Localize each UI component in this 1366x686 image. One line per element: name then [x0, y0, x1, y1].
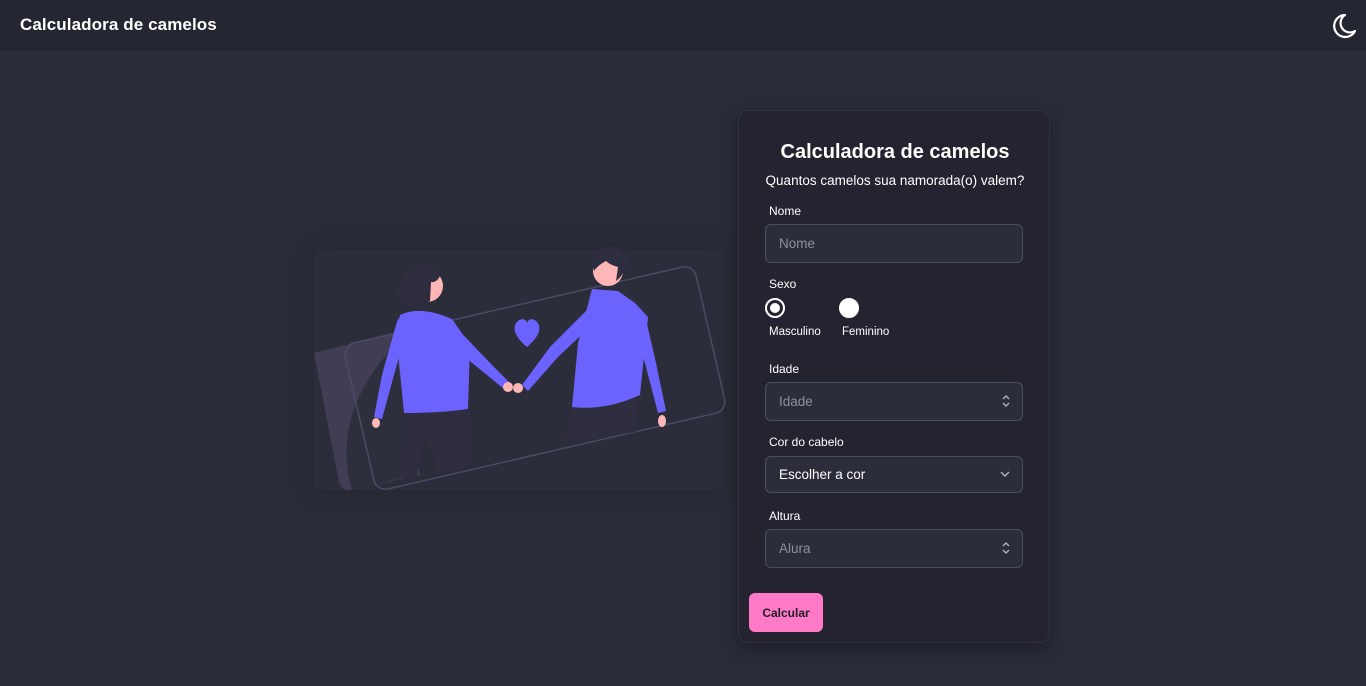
- number-stepper-icon[interactable]: [1001, 394, 1011, 408]
- radio-masculino[interactable]: [765, 298, 785, 318]
- name-label: Nome: [769, 204, 802, 218]
- radio-feminino-label: Feminino: [842, 326, 890, 338]
- card-title: Calculadora de camelos: [780, 141, 1010, 163]
- hair-color-label: Cor do cabelo: [769, 435, 844, 449]
- radio-masculino-label: Masculino: [769, 326, 821, 338]
- age-label: Idade: [769, 362, 800, 376]
- height-input[interactable]: [765, 529, 1023, 568]
- couple-illustration: [300, 235, 730, 505]
- height-field: [739, 529, 1051, 568]
- top-navbar: Calculadora de camelos: [0, 0, 1366, 51]
- couple-holding-hands-image: [314, 246, 726, 491]
- age-input[interactable]: [765, 382, 1023, 421]
- calculate-button[interactable]: Calcular: [749, 593, 823, 632]
- sex-label: Sexo: [769, 277, 797, 291]
- app-title: Calculadora de camelos: [20, 15, 217, 34]
- theme-toggle-button[interactable]: [1326, 10, 1358, 42]
- card-subtitle: Quantos camelos sua namorada(o) valem?: [765, 173, 1025, 188]
- number-stepper-icon[interactable]: [1001, 541, 1011, 555]
- radio-feminino[interactable]: [839, 298, 859, 318]
- moon-icon: [1333, 13, 1357, 39]
- chevron-down-icon: [1000, 471, 1010, 477]
- hair-color-selected-value: Escolher a cor: [779, 467, 866, 482]
- name-input[interactable]: [765, 224, 1023, 263]
- height-label: Altura: [769, 509, 801, 523]
- age-field: [739, 382, 1051, 421]
- calculator-card: Calculadora de camelos Quantos camelos s…: [738, 110, 1050, 643]
- hair-color-select[interactable]: Escolher a cor: [765, 456, 1023, 493]
